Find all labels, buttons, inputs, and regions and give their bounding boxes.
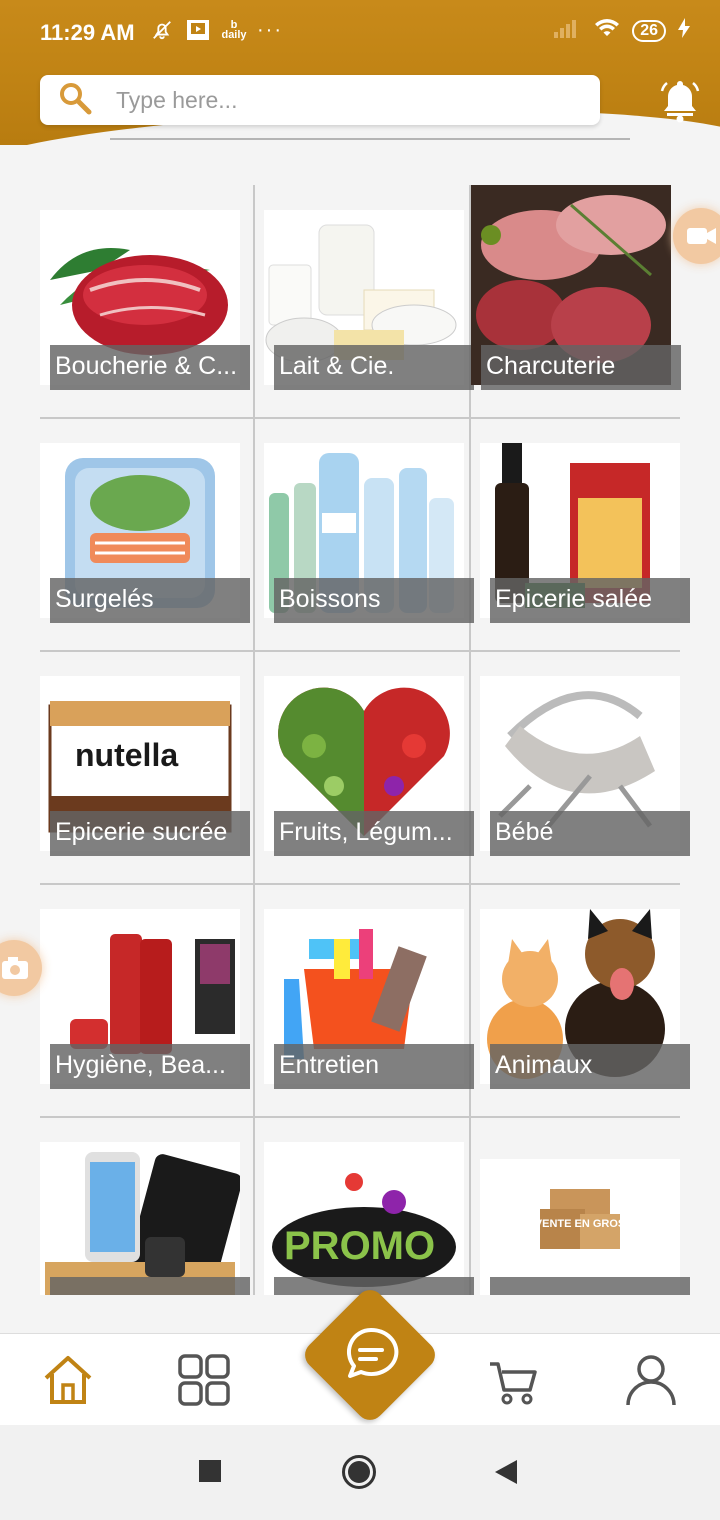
category-label: Fruits, Légum...: [274, 811, 474, 856]
promo-image: PROMO: [264, 1142, 464, 1295]
categories-grid-icon[interactable]: [176, 1352, 232, 1408]
status-bar: 11:29 AM b daily ··· 26: [0, 0, 720, 60]
signal-icon: [554, 18, 582, 43]
category-tile-entretien[interactable]: Entretien: [264, 884, 480, 1117]
category-label: Epicerie salée: [490, 578, 690, 623]
category-label: Hygiène, Bea...: [50, 1044, 250, 1089]
category-tile-epicerie-salee[interactable]: Epicerie salée: [480, 418, 696, 651]
category-label: Bébé: [490, 811, 690, 856]
floating-camera-button[interactable]: [0, 940, 42, 996]
back-icon[interactable]: [495, 1460, 517, 1484]
category-label: [50, 1277, 250, 1295]
category-grid: Boucherie & C... Lait & Cie. Charcuterie…: [0, 185, 720, 1295]
search-input[interactable]: [116, 86, 536, 114]
wifi-icon: [594, 18, 620, 43]
notification-bell-icon[interactable]: [657, 77, 703, 123]
recent-apps-icon[interactable]: [199, 1460, 221, 1482]
promo-text: PROMO: [284, 1224, 435, 1268]
camera-icon: [2, 957, 28, 979]
category-tile-boissons[interactable]: Boissons: [264, 418, 480, 651]
svg-text:nutella: nutella: [75, 737, 178, 773]
app-header: 11:29 AM b daily ··· 26: [0, 0, 720, 145]
category-label: Animaux: [490, 1044, 690, 1089]
category-tile-hygiene[interactable]: Hygiène, Bea...: [40, 884, 256, 1117]
home-icon[interactable]: [40, 1352, 96, 1408]
category-tile-surgeles[interactable]: Surgelés: [40, 418, 256, 651]
category-label: Boissons: [274, 578, 474, 623]
category-label: Charcuterie: [481, 345, 681, 390]
category-tile-vente-en-gros[interactable]: VENTE EN GROS: [480, 1117, 696, 1295]
category-label: [490, 1277, 690, 1295]
category-label: Boucherie & C...: [50, 345, 250, 390]
category-label: Lait & Cie.: [274, 345, 474, 390]
floating-video-button[interactable]: [673, 208, 720, 264]
category-label: Surgelés: [50, 578, 250, 623]
category-tile-charcuterie[interactable]: Charcuterie: [471, 185, 687, 418]
home-system-icon[interactable]: [342, 1455, 376, 1489]
search-icon: [58, 81, 92, 120]
search-bar[interactable]: [40, 75, 600, 125]
category-tile-promo[interactable]: PROMO: [264, 1117, 480, 1295]
category-tile-bebe[interactable]: Bébé: [480, 651, 696, 884]
category-tile-epicerie-sucree[interactable]: nutella Epicerie sucrée: [40, 651, 256, 884]
category-tile-fruits-legumes[interactable]: Fruits, Légum...: [264, 651, 480, 884]
category-tile-lait[interactable]: Lait & Cie.: [264, 185, 480, 418]
battery-level: 26: [640, 21, 658, 39]
tv-icon: [186, 18, 210, 42]
search-underline: [110, 138, 630, 140]
battery-icon: 26: [632, 19, 666, 42]
bb-daily-icon: b daily: [221, 19, 247, 41]
more-dots-icon: ···: [257, 18, 283, 41]
category-label: Entretien: [274, 1044, 474, 1089]
video-camera-icon: [687, 228, 716, 244]
phone-stand-image: [40, 1142, 240, 1295]
chat-icon[interactable]: [338, 1322, 404, 1388]
category-tile-boucherie[interactable]: Boucherie & C...: [40, 185, 256, 418]
system-navigation-bar: [0, 1425, 720, 1520]
profile-icon[interactable]: [623, 1352, 679, 1408]
category-tile-animaux[interactable]: Animaux: [480, 884, 696, 1117]
mute-bell-icon: [150, 18, 174, 42]
boxes-image: VENTE EN GROS: [480, 1159, 680, 1295]
charging-icon: [678, 18, 690, 43]
status-time: 11:29 AM: [40, 20, 135, 45]
boxes-text: VENTE EN GROS: [535, 1218, 625, 1230]
category-tile-electronics[interactable]: [40, 1117, 256, 1295]
cart-icon[interactable]: [487, 1352, 543, 1408]
category-label: Epicerie sucrée: [50, 811, 250, 856]
